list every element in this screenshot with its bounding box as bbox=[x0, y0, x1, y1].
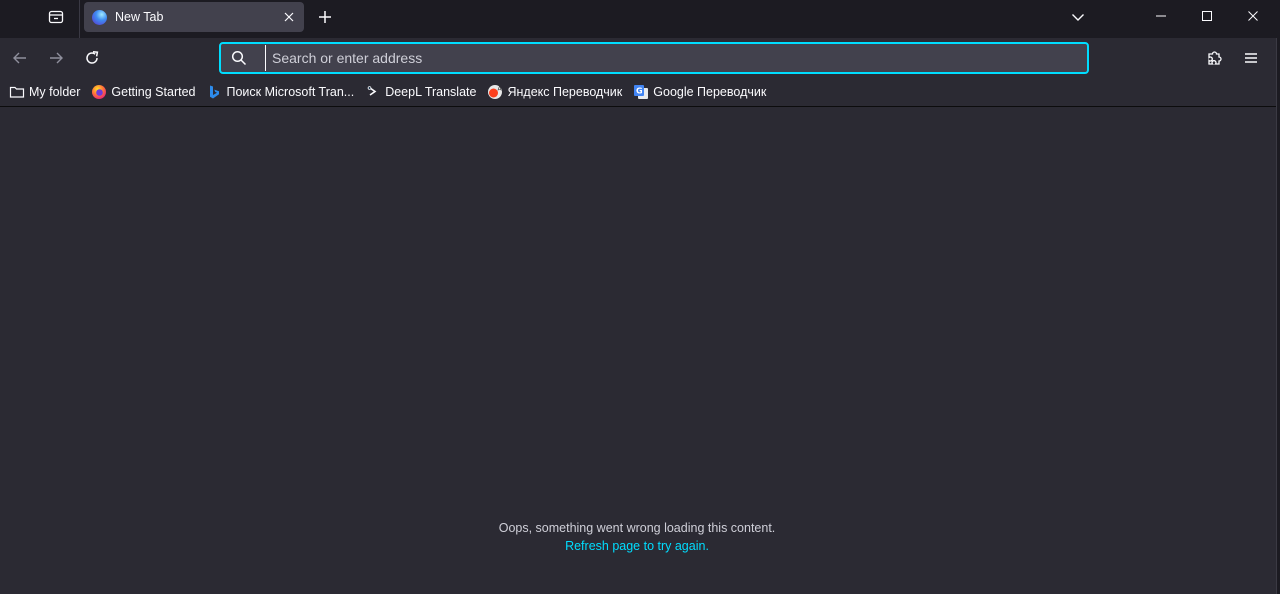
bookmark-getting-started[interactable]: Getting Started bbox=[87, 80, 199, 104]
reload-button[interactable] bbox=[77, 43, 107, 73]
arrow-left-icon bbox=[13, 52, 26, 64]
url-input[interactable] bbox=[265, 45, 1087, 71]
maximize-icon bbox=[1202, 11, 1212, 21]
window-edge bbox=[1276, 38, 1280, 594]
tab-bar: New Tab bbox=[0, 0, 1280, 38]
list-all-tabs-button[interactable] bbox=[1062, 3, 1094, 31]
new-tab-content: Oops, something went wrong loading this … bbox=[0, 107, 1276, 594]
arrow-right-icon bbox=[50, 52, 63, 64]
window-minimize-button[interactable] bbox=[1138, 0, 1184, 32]
bookmark-my-folder[interactable]: My folder bbox=[5, 80, 84, 104]
puzzle-icon bbox=[1208, 51, 1222, 65]
tab-close-button[interactable] bbox=[276, 4, 302, 30]
tab-manager-icon bbox=[48, 10, 64, 24]
error-message-box: Oops, something went wrong loading this … bbox=[0, 519, 1274, 555]
error-message: Oops, something went wrong loading this … bbox=[498, 521, 776, 535]
tab-new-tab[interactable]: New Tab bbox=[84, 2, 304, 32]
extensions-button[interactable] bbox=[1200, 43, 1230, 73]
search-icon bbox=[221, 44, 257, 72]
google-translate-icon: G bbox=[633, 84, 649, 100]
forward-button[interactable] bbox=[41, 43, 71, 73]
bookmark-yandex-translate[interactable]: A Яндекс Переводчик bbox=[483, 80, 626, 104]
window-maximize-button[interactable] bbox=[1184, 0, 1230, 32]
bookmark-label: Getting Started bbox=[111, 85, 196, 99]
chevron-down-icon bbox=[1072, 14, 1084, 21]
window-close-button[interactable] bbox=[1230, 0, 1276, 32]
folder-icon bbox=[9, 84, 25, 100]
back-button[interactable] bbox=[5, 43, 35, 73]
bookmark-label: DeepL Translate bbox=[385, 85, 477, 99]
navigation-toolbar bbox=[0, 38, 1276, 78]
bookmark-microsoft-translator[interactable]: Поиск Microsoft Tran... bbox=[202, 80, 358, 104]
firefox-icon bbox=[91, 84, 107, 100]
close-icon bbox=[1248, 11, 1258, 21]
plus-icon bbox=[319, 11, 331, 23]
bookmark-label: Google Переводчик bbox=[653, 85, 767, 99]
bookmarks-toolbar: My folder Getting Started Поиск Microsof… bbox=[0, 78, 1276, 107]
hamburger-icon bbox=[1245, 53, 1257, 63]
deepl-icon bbox=[365, 84, 381, 100]
bookmark-label: My folder bbox=[29, 85, 81, 99]
firefox-globe-icon bbox=[92, 9, 107, 25]
tab-manager-button[interactable] bbox=[40, 4, 72, 30]
tab-title: New Tab bbox=[115, 10, 164, 24]
refresh-link[interactable]: Refresh page to try again. bbox=[565, 537, 709, 555]
bing-icon bbox=[206, 84, 222, 100]
tab-separator bbox=[79, 0, 80, 38]
minimize-icon bbox=[1156, 15, 1166, 17]
yandex-translate-icon: A bbox=[487, 84, 503, 100]
reload-icon bbox=[86, 51, 99, 64]
new-tab-button[interactable] bbox=[311, 3, 339, 31]
url-bar[interactable] bbox=[219, 42, 1089, 74]
bookmark-google-translate[interactable]: G Google Переводчик bbox=[629, 80, 770, 104]
app-menu-button[interactable] bbox=[1236, 43, 1266, 73]
bookmark-label: Яндекс Переводчик bbox=[507, 85, 623, 99]
bookmark-label: Поиск Microsoft Tran... bbox=[226, 85, 355, 99]
bookmark-deepl-translate[interactable]: DeepL Translate bbox=[361, 80, 480, 104]
close-icon bbox=[284, 12, 294, 22]
svg-text:G: G bbox=[636, 87, 643, 96]
